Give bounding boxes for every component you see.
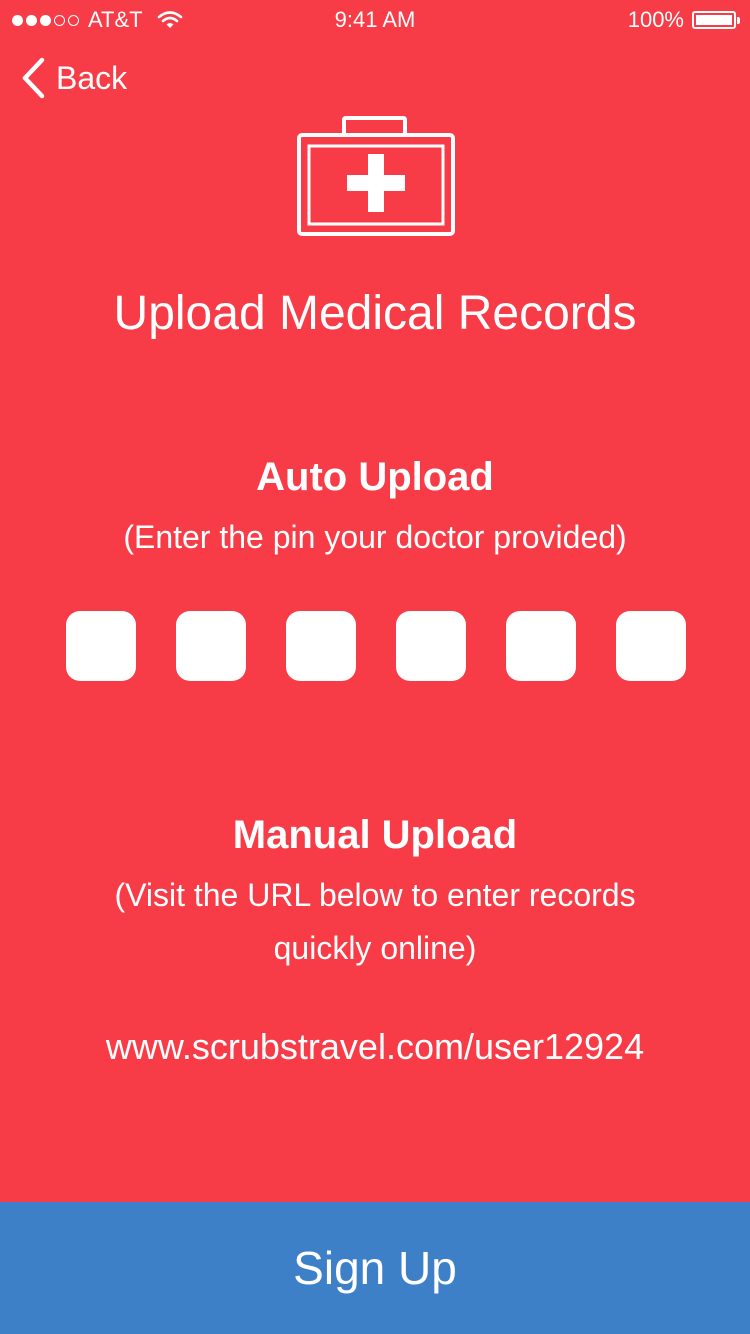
battery-fill (696, 15, 732, 25)
manual-upload-subtitle: (Visit the URL below to enter records qu… (114, 877, 636, 966)
pin-entry (66, 611, 686, 681)
pin-digit-3[interactable] (286, 611, 356, 681)
pin-digit-2[interactable] (176, 611, 246, 681)
status-right: 100% (627, 7, 740, 33)
sign-up-button[interactable]: Sign Up (0, 1202, 750, 1334)
pin-digit-6[interactable] (616, 611, 686, 681)
auto-upload-subtitle: (Enter the pin your doctor provided) (123, 519, 627, 555)
records-url-link[interactable]: www.scrubstravel.com/user12924 (0, 1026, 750, 1068)
chevron-left-icon (22, 57, 45, 99)
auto-upload-title: Auto Upload (256, 455, 494, 499)
first-aid-kit-icon (297, 116, 455, 236)
page-title: Upload Medical Records (113, 287, 637, 340)
pin-digit-1[interactable] (66, 611, 136, 681)
status-bar: AT&T 9:41 AM 100% (0, 0, 750, 40)
pin-digit-5[interactable] (506, 611, 576, 681)
back-button[interactable]: Back (20, 56, 127, 100)
back-label: Back (56, 59, 128, 96)
battery-nub (737, 17, 740, 24)
pin-digit-4[interactable] (396, 611, 466, 681)
manual-upload-title: Manual Upload (232, 813, 518, 857)
battery-icon (692, 11, 740, 29)
battery-percentage: 100% (627, 7, 684, 32)
